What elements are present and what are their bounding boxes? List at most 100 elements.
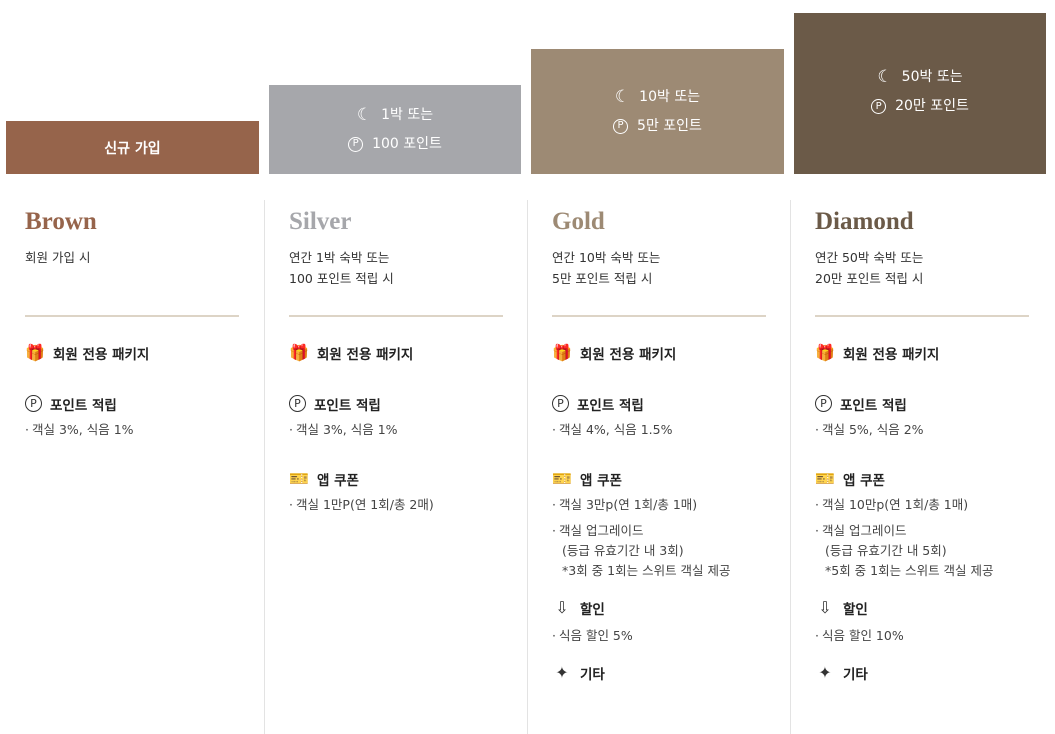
section-title: 포인트 적립	[50, 397, 117, 414]
discount-icon: ⇩	[555, 598, 569, 617]
tier-condition-brown: 회원 가입 시	[25, 247, 264, 268]
gift-icon: 🎁	[25, 343, 45, 362]
tier-name-diamond: Diamond	[815, 208, 914, 235]
section-points: P 포인트 적립	[289, 391, 527, 416]
section-points: P 포인트 적립	[815, 391, 1055, 416]
gold-nights: 10박 또는	[639, 88, 701, 105]
tier-column-brown: Brown 회원 가입 시 🎁 회원 전용 패키지 P 포인트 적립 · 객실 3…	[0, 200, 264, 734]
section-title: 포인트 적립	[577, 397, 644, 414]
coupon-icon: 🎫	[552, 469, 572, 488]
list-item-note: (등급 유효기간 내 3회)	[562, 543, 684, 558]
condition-line: 5만 포인트 적립 시	[552, 271, 653, 286]
tier-bar-brown-label: 신규 가입	[104, 141, 161, 157]
gift-icon: 🎁	[552, 343, 572, 362]
tier-bar-gold: ☾ 10박 또는 P 5만 포인트	[531, 49, 784, 174]
section-title: 기타	[843, 666, 868, 683]
item-text: 객실 업그레이드	[558, 523, 644, 538]
list-item: · 객실 5%, 식음 2%	[815, 422, 924, 437]
section-title: 포인트 적립	[840, 397, 907, 414]
condition-line: 100 포인트 적립 시	[289, 271, 394, 286]
section-title: 할인	[843, 601, 868, 618]
section-discount: ⇩ 할인	[552, 595, 790, 620]
silver-nights-line: ☾ 1박 또는	[357, 101, 433, 130]
silver-points: 100 포인트	[372, 135, 442, 152]
moon-icon: ☾	[356, 104, 373, 125]
section-title: 포인트 적립	[314, 397, 381, 414]
point-icon: P	[25, 395, 42, 412]
tier-name-gold: Gold	[552, 208, 605, 235]
tier-name-silver: Silver	[289, 208, 352, 235]
section-coupon: 🎫 앱 쿠폰	[552, 466, 790, 491]
point-icon: P	[815, 395, 832, 412]
section-other: ✦ 기타	[552, 660, 790, 685]
divider	[815, 315, 1029, 317]
section-title: 회원 전용 패키지	[580, 346, 677, 363]
section-points: P 포인트 적립	[552, 391, 790, 416]
tier-bar-silver: ☾ 1박 또는 P 100 포인트	[269, 85, 521, 174]
benefits-diamond: 🎁 회원 전용 패키지 P 포인트 적립 · 객실 5%, 식음 2% 🎫 앱 쿠…	[815, 340, 1055, 685]
divider	[25, 315, 239, 317]
point-icon: P	[552, 395, 569, 412]
moon-icon: ☾	[614, 86, 631, 107]
item-text: 객실 5%, 식음 2%	[821, 422, 924, 437]
gold-points-line: P 5만 포인트	[613, 112, 702, 141]
section-title: 앱 쿠폰	[843, 472, 885, 489]
silver-nights: 1박 또는	[381, 106, 434, 123]
section-title: 회원 전용 패키지	[53, 346, 150, 363]
point-icon: P	[613, 118, 629, 134]
diamond-points: 20만 포인트	[895, 98, 969, 114]
list-item: · 객실 업그레이드	[815, 523, 907, 538]
tier-column-silver: Silver 연간 1박 숙박 또는 100 포인트 적립 시 🎁 회원 전용 …	[264, 200, 527, 734]
list-item-note: *3회 중 1회는 스위트 객실 제공	[562, 563, 731, 578]
section-title: 회원 전용 패키지	[843, 346, 940, 363]
tier-condition-gold: 연간 10박 숙박 또는 5만 포인트 적립 시	[552, 247, 790, 289]
gift-icon: 🎁	[815, 343, 835, 362]
section-coupon: 🎫 앱 쿠폰	[289, 466, 527, 491]
section-title: 할인	[580, 601, 605, 618]
moon-icon: ☾	[877, 67, 893, 87]
tier-column-diamond: Diamond 연간 50박 숙박 또는 20만 포인트 적립 시 🎁 회원 전…	[790, 200, 1055, 734]
section-package: 🎁 회원 전용 패키지	[25, 340, 264, 365]
section-title: 기타	[580, 666, 605, 683]
list-item: · 객실 업그레이드	[552, 523, 644, 538]
list-item: · 객실 10만p(연 1회/총 1매)	[815, 497, 969, 512]
section-title: 회원 전용 패키지	[317, 346, 414, 363]
point-icon: P	[289, 395, 306, 412]
list-item: · 식음 할인 10%	[815, 628, 904, 643]
section-package: 🎁 회원 전용 패키지	[815, 340, 1055, 365]
item-text: 객실 10만p(연 1회/총 1매)	[821, 497, 969, 512]
list-item: · 객실 3%, 식음 1%	[289, 422, 398, 437]
coupon-icon: 🎫	[815, 469, 835, 488]
coupon-icon: 🎫	[289, 469, 309, 488]
list-item: · 객실 4%, 식음 1.5%	[552, 422, 673, 437]
section-title: 앱 쿠폰	[317, 472, 359, 489]
tier-condition-silver: 연간 1박 숙박 또는 100 포인트 적립 시	[289, 247, 527, 289]
list-item: · 객실 1만P(연 1회/총 2매)	[289, 497, 434, 512]
condition-line: 회원 가입 시	[25, 250, 91, 265]
benefits-silver: 🎁 회원 전용 패키지 P 포인트 적립 · 객실 3%, 식음 1% 🎫 앱 쿠…	[289, 340, 527, 515]
item-text: 객실 3만p(연 1회/총 1매)	[558, 497, 698, 512]
section-points: P 포인트 적립	[25, 391, 264, 416]
diamond-nights-line: ☾ 50박 또는	[877, 63, 962, 92]
condition-line: 20만 포인트 적립 시	[815, 271, 924, 286]
gift-icon: 🎁	[289, 343, 309, 362]
item-text: 객실 1만P(연 1회/총 2매)	[295, 497, 434, 512]
silver-points-line: P 100 포인트	[348, 130, 442, 159]
list-item: · 객실 3%, 식음 1%	[25, 422, 134, 437]
point-icon: P	[871, 99, 887, 114]
diamond-nights: 50박 또는	[901, 69, 963, 85]
tier-bar-diamond: ☾ 50박 또는 P 20만 포인트	[794, 13, 1046, 174]
item-text: 식음 할인 10%	[821, 628, 904, 643]
benefits-brown: 🎁 회원 전용 패키지 P 포인트 적립 · 객실 3%, 식음 1%	[25, 340, 264, 440]
benefits-gold: 🎁 회원 전용 패키지 P 포인트 적립 · 객실 4%, 식음 1.5% 🎫 앱…	[552, 340, 790, 685]
list-item-note: *5회 중 1회는 스위트 객실 제공	[825, 563, 994, 578]
section-title: 앱 쿠폰	[580, 472, 622, 489]
section-coupon: 🎫 앱 쿠폰	[815, 466, 1055, 491]
section-other: ✦ 기타	[815, 660, 1055, 685]
item-text: 객실 3%, 식음 1%	[31, 422, 134, 437]
condition-line: 연간 1박 숙박 또는	[289, 250, 390, 265]
item-text: 객실 4%, 식음 1.5%	[558, 422, 673, 437]
list-item: · 식음 할인 5%	[552, 628, 633, 643]
section-discount: ⇩ 할인	[815, 595, 1055, 620]
other-icon: ✦	[818, 663, 832, 682]
